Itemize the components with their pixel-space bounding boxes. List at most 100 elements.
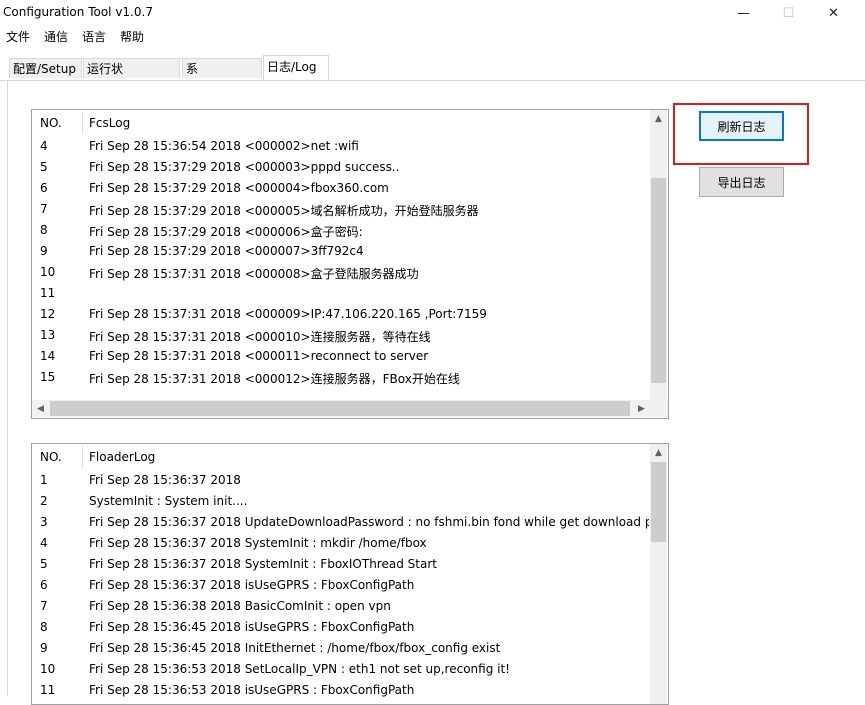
maximize-button[interactable]: ☐ [766,0,811,27]
tab-log[interactable]: 日志/Log [263,55,329,80]
log-message: Fri Sep 28 15:37:31 2018 <000012>连接服务器，F… [89,372,460,386]
log-message: Fri Sep 28 15:36:37 2018 SystemInit : Fb… [89,557,437,571]
scroll-thumb[interactable] [50,401,630,416]
log-message: Fri Sep 28 15:36:53 2018 SetLocalIp_VPN … [89,662,510,676]
row-number: 15 [40,370,56,384]
tab-setup[interactable]: 配置/Setup [9,58,82,78]
row-number: 8 [40,620,48,634]
row-number: 14 [40,349,56,363]
list-item[interactable]: 4 Fri Sep 28 15:36:54 2018 <000002>net :w… [32,136,668,157]
menu-file[interactable]: 文件 [6,28,30,45]
list-item[interactable]: 4 Fri Sep 28 15:36:37 2018 SystemInit : m… [32,533,668,554]
log-message: Fri Sep 28 15:37:29 2018 <000003>pppd su… [89,160,400,174]
scroll-up-icon[interactable]: ▲ [650,444,667,461]
list-item[interactable]: 12 Fri Sep 28 15:37:31 2018 <000009>IP:47… [32,304,668,325]
row-number: 6 [40,578,48,592]
menu-language[interactable]: 语言 [82,28,106,45]
fcs-log-header: NO. FcsLog [32,110,668,136]
row-number: 9 [40,244,48,258]
log-message: Fri Sep 28 15:36:45 2018 isUseGPRS : Fbo… [89,620,415,634]
floader-log-list[interactable]: NO. FloaderLog 1 Fri Sep 28 15:36:37 2018… [31,443,669,705]
row-number: 5 [40,160,48,174]
list-item[interactable]: 15 Fri Sep 28 15:37:31 2018 <000012>连接服务器… [32,367,668,388]
menu-help[interactable]: 帮助 [120,28,144,45]
log-message: Fri Sep 28 15:36:37 2018 SystemInit : mk… [89,536,427,550]
tab-status[interactable]: 运行状态/Status [83,58,180,96]
row-number: 3 [40,515,48,529]
log-message: Fri Sep 28 15:36:38 2018 BasicComInit : … [89,599,391,613]
column-divider[interactable] [82,112,83,134]
minimize-icon: — [737,6,750,21]
close-icon: ✕ [828,6,839,21]
row-number: 6 [40,181,48,195]
maximize-icon: ☐ [782,6,795,21]
column-no[interactable]: NO. [40,116,62,130]
row-number: 9 [40,641,48,655]
row-number: 7 [40,599,48,613]
list-item[interactable]: 6 Fri Sep 28 15:36:37 2018 isUseGPRS : Fb… [32,575,668,596]
log-message: Fri Sep 28 15:37:29 2018 <000005>域名解析成功，… [89,204,479,218]
row-number: 7 [40,202,48,216]
list-item[interactable]: 8 Fri Sep 28 15:36:45 2018 isUseGPRS : Fb… [32,617,668,638]
fcs-log-list[interactable]: NO. FcsLog 4 Fri Sep 28 15:36:54 2018 <00… [31,109,669,419]
column-no[interactable]: NO. [40,450,62,464]
scroll-thumb[interactable] [651,178,666,383]
row-number: 4 [40,139,48,153]
log-message: Fri Sep 28 15:36:37 2018 [89,473,241,487]
minimize-button[interactable]: — [721,0,766,27]
row-number: 5 [40,557,48,571]
list-item[interactable]: 7 Fri Sep 28 15:36:38 2018 BasicComInit :… [32,596,668,617]
menu-bar: 文件 通信 语言 帮助 [0,27,865,46]
list-item[interactable]: 5 Fri Sep 28 15:36:37 2018 SystemInit : F… [32,554,668,575]
list-item[interactable]: 10 Fri Sep 28 15:36:53 2018 SetLocalIp_VP… [32,659,668,680]
column-fcslog[interactable]: FcsLog [89,116,130,130]
scroll-right-icon[interactable]: ▶ [633,400,650,417]
log-message: Fri Sep 28 15:37:31 2018 <000010>连接服务器，等… [89,330,431,344]
list-item[interactable]: 1 Fri Sep 28 15:36:37 2018 [32,470,668,491]
row-number: 10 [40,265,56,279]
scroll-left-icon[interactable]: ◀ [32,400,49,417]
title-bar: Configuration Tool v1.0.7 — ☐ ✕ [0,0,865,27]
export-log-button[interactable]: 导出日志 [699,167,784,197]
tab-system[interactable]: 系统/System [182,58,262,96]
close-button[interactable]: ✕ [811,0,856,27]
list-item[interactable]: 14 Fri Sep 28 15:37:31 2018 <000011>recon… [32,346,668,367]
log-message: Fri Sep 28 15:37:31 2018 <000009>IP:47.1… [89,307,487,321]
log-message: Fri Sep 28 15:36:37 2018 isUseGPRS : Fbo… [89,578,415,592]
list-item[interactable]: 8 Fri Sep 28 15:37:29 2018 <000006>盒子密码: [32,220,668,241]
row-number: 11 [40,286,56,300]
log-message: SystemInit : System init.... [89,494,248,508]
fcs-vertical-scrollbar[interactable]: ▲ [650,110,667,400]
annotation-highlight-box [673,103,809,165]
window-title: Configuration Tool v1.0.7 [3,5,153,19]
row-number: 4 [40,536,48,550]
list-item[interactable]: 5 Fri Sep 28 15:37:29 2018 <000003>pppd s… [32,157,668,178]
list-item[interactable]: 3 Fri Sep 28 15:36:37 2018 UpdateDownload… [32,512,668,533]
log-message: Fri Sep 28 15:36:54 2018 <000002>net :wi… [89,139,359,153]
scroll-thumb[interactable] [651,462,666,542]
list-item[interactable]: 7 Fri Sep 28 15:37:29 2018 <000005>域名解析成功… [32,199,668,220]
list-item[interactable]: 11 [32,283,668,304]
list-item[interactable]: 2 SystemInit : System init.... [32,491,668,512]
list-item[interactable]: 6 Fri Sep 28 15:37:29 2018 <000004>fbox36… [32,178,668,199]
column-floaderlog[interactable]: FloaderLog [89,450,155,464]
floader-vertical-scrollbar[interactable]: ▲ [650,444,667,704]
list-item[interactable]: 13 Fri Sep 28 15:37:31 2018 <000010>连接服务器… [32,325,668,346]
list-item[interactable]: 10 Fri Sep 28 15:37:31 2018 <000008>盒子登陆服… [32,262,668,283]
column-divider[interactable] [82,446,83,468]
scroll-up-icon[interactable]: ▲ [650,110,667,127]
row-number: 2 [40,494,48,508]
tab-strip: 配置/Setup 运行状态/Status 系统/System 日志/Log [0,46,865,96]
log-message: Fri Sep 28 15:37:29 2018 <000007>3ff792c… [89,244,364,258]
row-number: 13 [40,328,56,342]
log-message: Fri Sep 28 15:36:45 2018 InitEthernet : … [89,641,501,655]
list-item[interactable]: 9 Fri Sep 28 15:37:29 2018 <000007>3ff792… [32,241,668,262]
log-message: Fri Sep 28 15:37:29 2018 <000006>盒子密码: [89,225,363,239]
list-item[interactable]: 11 Fri Sep 28 15:36:53 2018 isUseGPRS : F… [32,680,668,701]
log-message: Fri Sep 28 15:37:31 2018 <000008>盒子登陆服务器… [89,267,419,281]
menu-comm[interactable]: 通信 [44,28,68,45]
list-item[interactable]: 9 Fri Sep 28 15:36:45 2018 InitEthernet :… [32,638,668,659]
fcs-horizontal-scrollbar[interactable]: ◀ ▶ [32,400,668,417]
row-number: 12 [40,307,56,321]
row-number: 1 [40,473,48,487]
